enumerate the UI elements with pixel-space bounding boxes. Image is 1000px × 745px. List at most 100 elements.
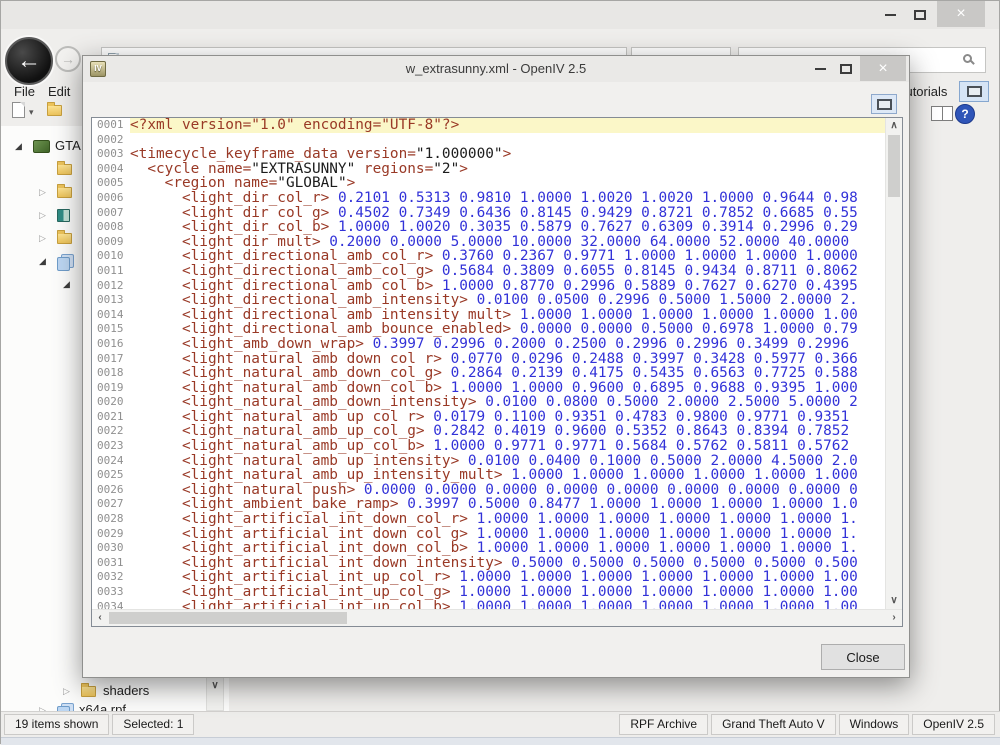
vertical-scroll-thumb[interactable]: [888, 135, 900, 197]
line-number: 0012: [92, 279, 122, 294]
line-number: 0021: [92, 410, 122, 425]
help-icon: ?: [961, 107, 968, 121]
folder-icon: [57, 233, 72, 244]
code-line: 0031 <light_artificial_int_down_intensit…: [92, 556, 885, 571]
line-number: 0007: [92, 206, 122, 221]
code-lines[interactable]: 0001 <?xml version="1.0" encoding="UTF-8"…: [92, 118, 885, 609]
scroll-left-icon[interactable]: ‹: [92, 610, 108, 626]
code-text: <light_directional_amb_intensity_mult> 1…: [130, 308, 885, 323]
status-right: RPF Archive Grand Theft Auto V Windows O…: [619, 714, 995, 735]
code-text: <light_artificial_int_down_intensity> 0.…: [130, 556, 885, 571]
maximize-button[interactable]: [909, 5, 931, 25]
code-text: <light_directional_amb_col_g> 0.5684 0.3…: [130, 264, 885, 279]
code-line: 0025 <light_natural_amb_up_intensity_mul…: [92, 468, 885, 483]
line-number: 0023: [92, 439, 122, 454]
line-number: 0019: [92, 381, 122, 396]
dialog-maximize-button[interactable]: [835, 59, 857, 79]
code-line: 0032 <light_artificial_int_up_col_r> 1.0…: [92, 570, 885, 585]
code-line: 0028 <light_artificial_int_down_col_r> 1…: [92, 512, 885, 527]
xml-editor[interactable]: 0001 <?xml version="1.0" encoding="UTF-8"…: [91, 117, 903, 627]
line-number: 0029: [92, 527, 122, 542]
scroll-down-icon[interactable]: ∨: [886, 593, 902, 609]
code-line: 0011 <light_directional_amb_col_g> 0.568…: [92, 264, 885, 279]
new-document-button[interactable]: [12, 102, 25, 118]
code-text: <light_dir_col_g> 0.4502 0.7349 0.6436 0…: [130, 206, 885, 221]
code-line: 0005 <region name="GLOBAL">: [92, 176, 885, 191]
line-number: 0016: [92, 337, 122, 352]
back-button[interactable]: ←: [5, 37, 53, 85]
expand-icon[interactable]: ▷: [63, 686, 70, 697]
code-line: 0018 <light_natural_amb_down_col_g> 0.28…: [92, 366, 885, 381]
line-number: 0014: [92, 308, 122, 323]
scroll-up-icon[interactable]: ∧: [886, 118, 902, 134]
close-icon: ×: [956, 6, 965, 22]
minimize-icon: [815, 68, 826, 70]
line-number: 0030: [92, 541, 122, 556]
fullscreen-button[interactable]: [959, 81, 989, 102]
code-text: <light_directional_amb_intensity> 0.0100…: [130, 293, 885, 308]
minimize-button[interactable]: [879, 5, 901, 25]
viewer-fullscreen-button[interactable]: [871, 94, 897, 114]
menu-file[interactable]: File: [14, 84, 35, 99]
collapse-icon[interactable]: ◢: [15, 141, 22, 152]
code-text: <light_artificial_int_up_col_r> 1.0000 1…: [130, 570, 885, 585]
minimize-icon: [885, 14, 896, 16]
collapse-icon[interactable]: ◢: [63, 279, 70, 290]
expand-icon[interactable]: ▷: [39, 187, 46, 198]
code-line: 0014 <light_directional_amb_intensity_mu…: [92, 308, 885, 323]
main-titlebar: ×: [1, 1, 999, 29]
line-number: 0025: [92, 468, 122, 483]
code-line: 0001 <?xml version="1.0" encoding="UTF-8"…: [92, 118, 885, 133]
code-text: <light_natural_amb_up_col_r> 0.0179 0.11…: [130, 410, 885, 425]
line-number: 0005: [92, 176, 122, 191]
code-line: 0015 <light_directional_amb_bounce_enabl…: [92, 322, 885, 337]
line-number: 0009: [92, 235, 122, 250]
tree-item-shaders[interactable]: ▷shaders: [1, 682, 201, 700]
scroll-right-icon[interactable]: ›: [886, 610, 902, 626]
line-number: 0034: [92, 600, 122, 609]
close-dialog-button[interactable]: Close: [821, 644, 905, 670]
code-text: <?xml version="1.0" encoding="UTF-8"?>: [130, 118, 885, 133]
line-number: 0018: [92, 366, 122, 381]
code-text: <light_natural_amb_up_col_b> 1.0000 0.97…: [130, 439, 885, 454]
vertical-scrollbar[interactable]: ∧ ∨: [885, 118, 902, 609]
code-text: <timecycle_keyframe_data version="1.0000…: [130, 147, 885, 162]
forward-icon: →: [61, 51, 75, 67]
code-line: 0020 <light_natural_amb_down_intensity> …: [92, 395, 885, 410]
open-folder-button[interactable]: [47, 105, 62, 116]
horizontal-scrollbar[interactable]: ‹ ›: [92, 609, 902, 626]
dialog-minimize-button[interactable]: [809, 59, 831, 79]
line-number: 0001: [92, 118, 122, 133]
scroll-down-icon[interactable]: ∨: [207, 678, 223, 694]
back-icon: ←: [17, 47, 41, 75]
expand-icon[interactable]: ▷: [39, 233, 46, 244]
horizontal-scroll-thumb[interactable]: [109, 612, 347, 624]
code-line: 0026 <light_natural_push> 0.0000 0.0000 …: [92, 483, 885, 498]
code-line: 0008 <light_dir_col_b> 1.0000 1.0020 0.3…: [92, 220, 885, 235]
folder-icon: [81, 686, 96, 697]
code-text: <light_natural_amb_down_col_g> 0.2864 0.…: [130, 366, 885, 381]
code-text: <light_directional_amb_bounce_enabled> 0…: [130, 322, 885, 337]
dialog-close-button[interactable]: ×: [860, 56, 906, 81]
screen-icon: [877, 99, 892, 110]
split-pane-icon[interactable]: [931, 106, 953, 121]
line-number: 0002: [92, 133, 122, 148]
code-text: <light_natural_amb_up_intensity_mult> 1.…: [130, 468, 885, 483]
collapse-icon[interactable]: ◢: [39, 256, 46, 267]
code-line: 0013 <light_directional_amb_intensity> 0…: [92, 293, 885, 308]
platform-status: Windows: [839, 714, 910, 735]
forward-button[interactable]: →: [55, 46, 81, 72]
code-line: 0022 <light_natural_amb_up_col_g> 0.2842…: [92, 424, 885, 439]
code-text: <light_dir_col_b> 1.0000 1.0020 0.3035 0…: [130, 220, 885, 235]
dialog-titlebar[interactable]: IV w_extrasunny.xml - OpenIV 2.5 ×: [83, 56, 909, 82]
menu-edit[interactable]: Edit: [48, 84, 70, 99]
close-button[interactable]: ×: [937, 1, 985, 27]
line-number: 0015: [92, 322, 122, 337]
help-button[interactable]: ?: [955, 104, 975, 124]
code-text: <light_natural_amb_down_intensity> 0.010…: [130, 395, 885, 410]
line-number: 0032: [92, 570, 122, 585]
code-text: <light_dir_mult> 0.2000 0.0000 5.0000 10…: [130, 235, 885, 250]
expand-icon[interactable]: ▷: [39, 210, 46, 221]
chevron-down-icon[interactable]: ▾: [29, 107, 34, 118]
screen-icon: [967, 86, 982, 97]
